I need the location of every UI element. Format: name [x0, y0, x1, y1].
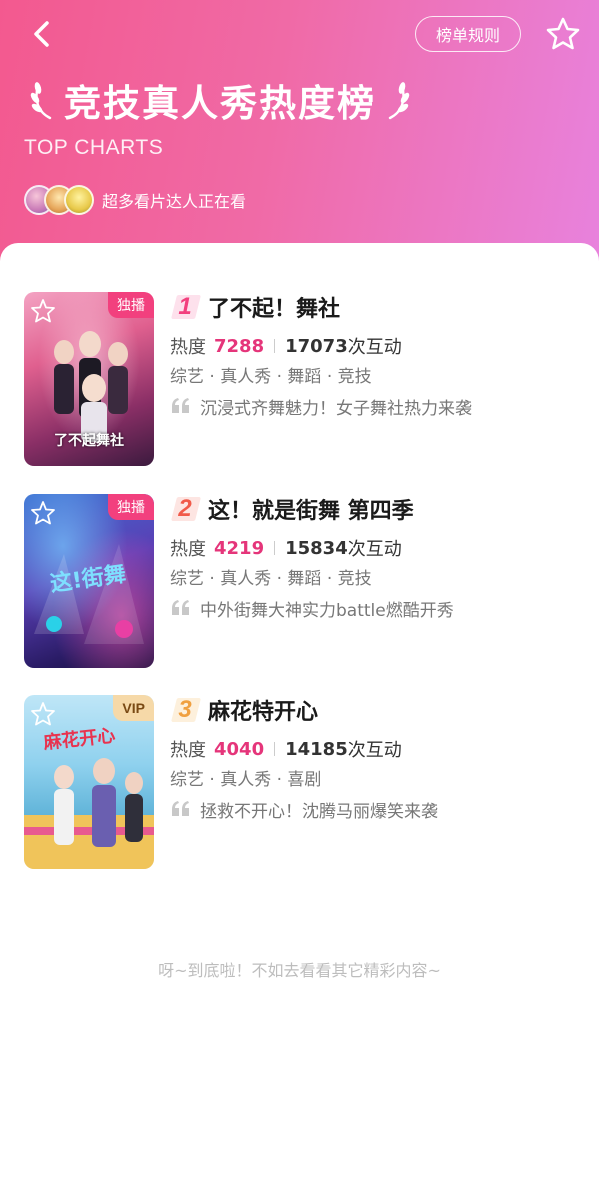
heat-label: 热度	[170, 337, 206, 358]
genre-tags: 综艺 · 真人秀 · 舞蹈 · 竞技	[170, 367, 372, 387]
stats-row: 热度 7288 17073 次互动	[170, 334, 584, 359]
exclusive-badge: 独播	[108, 292, 154, 318]
poster-image[interactable]: 了不起舞社 独播	[24, 292, 154, 466]
exclusive-badge: 独播	[108, 494, 154, 520]
laurel-left-icon	[30, 82, 52, 120]
description-row: 中外街舞大神实力battle燃酷开秀	[170, 596, 584, 621]
genre-tags: 综艺 · 真人秀 · 喜剧	[170, 770, 322, 790]
list-item[interactable]: 麻花开心 VIP 3 麻花特开心 热度 4040 14185 次互动 综艺 · …	[24, 695, 584, 869]
avatar	[64, 185, 94, 215]
header: 榜单规则 竞技真人秀热度榜 TOP CHARTS 超多看片达人正在看	[0, 0, 599, 270]
item-info: 3 麻花特开心 热度 4040 14185 次互动 综艺 · 真人秀 · 喜剧 …	[170, 694, 584, 822]
chevron-left-icon	[34, 21, 49, 47]
show-title[interactable]: 这！就是街舞 第四季	[208, 493, 414, 525]
page-title: 竞技真人秀热度榜	[64, 82, 376, 125]
description-text: 中外街舞大神实力battle燃酷开秀	[200, 600, 454, 621]
description-row: 沉浸式齐舞魅力！女子舞社热力来袭	[170, 394, 584, 419]
quote-icon	[172, 398, 189, 413]
list-item[interactable]: 了不起舞社 独播 1 了不起！舞社 热度 7288 17073 次互动 综艺 ·…	[24, 292, 584, 466]
show-title[interactable]: 了不起！舞社	[208, 291, 340, 323]
quote-icon	[172, 600, 189, 615]
show-title[interactable]: 麻花特开心	[208, 694, 318, 726]
item-info: 1 了不起！舞社 热度 7288 17073 次互动 综艺 · 真人秀 · 舞蹈…	[170, 291, 584, 419]
star-outline-icon[interactable]	[30, 701, 56, 727]
item-info: 2 这！就是街舞 第四季 热度 4219 15834 次互动 综艺 · 真人秀 …	[170, 493, 584, 621]
star-outline-icon	[546, 17, 580, 50]
chart-title-row: 竞技真人秀热度榜	[30, 72, 410, 128]
heat-label: 热度	[170, 539, 206, 560]
description-text: 拯救不开心！沈腾马丽爆笑来袭	[200, 801, 438, 822]
heat-value: 7288	[214, 335, 265, 357]
end-of-list-text: 呀~到底啦！不如去看看其它精彩内容~	[158, 961, 441, 980]
interaction-count: 15834	[285, 537, 348, 559]
interaction-count: 17073	[285, 335, 348, 357]
favorite-button[interactable]	[543, 14, 583, 54]
laurel-right-icon	[388, 82, 410, 120]
divider	[274, 541, 276, 555]
description-row: 拯救不开心！沈腾马丽爆笑来袭	[170, 797, 584, 822]
watchers-text: 超多看片达人正在看	[102, 192, 247, 211]
rank-number: 2	[170, 495, 201, 523]
heat-value: 4040	[214, 738, 265, 760]
divider	[274, 742, 276, 756]
page-subtitle: TOP CHARTS	[24, 136, 164, 159]
divider	[274, 339, 276, 353]
heat-label: 热度	[170, 740, 206, 761]
rank-number: 1	[170, 293, 201, 321]
interaction-suffix: 次互动	[347, 539, 402, 560]
rank-number: 3	[170, 696, 201, 724]
heat-value: 4219	[214, 537, 265, 559]
svg-text:麻花开心: 麻花开心	[41, 724, 116, 754]
star-outline-icon[interactable]	[30, 500, 56, 526]
watchers-row: 超多看片达人正在看	[24, 183, 246, 217]
description-text: 沉浸式齐舞魅力！女子舞社热力来袭	[200, 398, 472, 419]
list-item[interactable]: 这!街舞 独播 2 这！就是街舞 第四季 热度 4219 15834 次互动 综…	[24, 494, 584, 668]
star-outline-icon[interactable]	[30, 298, 56, 324]
interaction-count: 14185	[285, 738, 348, 760]
back-button[interactable]	[22, 14, 62, 54]
poster-caption: 了不起舞社	[54, 433, 124, 449]
interaction-suffix: 次互动	[347, 337, 402, 358]
poster-image[interactable]: 麻花开心 VIP	[24, 695, 154, 869]
genre-tags: 综艺 · 真人秀 · 舞蹈 · 竞技	[170, 569, 372, 589]
stats-row: 热度 4040 14185 次互动	[170, 737, 584, 762]
vip-badge: VIP	[113, 695, 154, 721]
poster-image[interactable]: 这!街舞 独播	[24, 494, 154, 668]
interaction-suffix: 次互动	[347, 740, 402, 761]
quote-icon	[172, 801, 189, 816]
chart-rules-button[interactable]: 榜单规则	[415, 16, 521, 52]
chart-list: 了不起舞社 独播 1 了不起！舞社 热度 7288 17073 次互动 综艺 ·…	[0, 243, 599, 1200]
stats-row: 热度 4219 15834 次互动	[170, 536, 584, 561]
